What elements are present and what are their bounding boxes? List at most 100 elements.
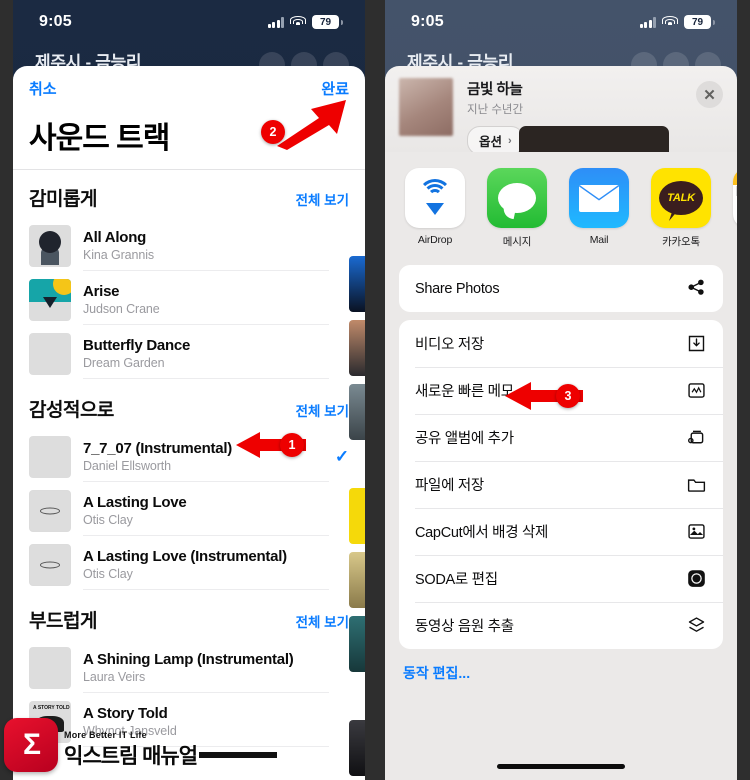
battery-icon: 79 [684,15,715,29]
see-all-link[interactable]: 전체 보기 [296,400,349,420]
track-row[interactable]: A Lasting Love (Instrumental) Otis Clay [13,538,365,592]
share-network-icon [677,278,707,299]
save-to-files-action[interactable]: 파일에 저장 [399,461,723,508]
see-all-link[interactable]: 전체 보기 [296,611,349,631]
track-meta: Butterfly Dance Dream Garden [83,330,329,379]
track-artist: Otis Clay [83,512,133,527]
battery-icon: 79 [312,15,343,29]
action-label: Share Photos [415,280,500,297]
section-title: 부드럽게 [29,611,97,632]
track-meta: A Lasting Love (Instrumental) Otis Clay [83,541,329,590]
save-video-action[interactable]: 비디오 저장 [399,320,723,367]
share-app-mail[interactable]: Mail [569,168,629,249]
shared-item-thumbnail [399,78,453,136]
section-title: 감미롭게 [29,189,97,210]
track-7-7-07[interactable]: 7_7_07 (Instrumental) Daniel Ellsworth ✓ [13,430,365,484]
share-app-row: AirDrop 메시지 Mail TALK 카카오톡 [385,152,737,257]
action-label: 파일에 저장 [415,478,484,494]
share-app-kakaotalk[interactable]: TALK 카카오톡 [651,168,711,249]
wifi-icon [662,16,678,28]
save-download-icon [677,333,707,354]
section-header-1: 감성적으로 전체 보기 [13,381,365,430]
album-art [29,490,71,532]
track-artist: Judson Crane [83,301,160,316]
right-phone-screen: 9:05 79 제주시 - 금능리 금빛 하늘 지난 수년간 옵션 › ✕ Ai… [385,0,737,780]
track-title: A Lasting Love (Instrumental) [83,547,287,565]
section-header-2: 부드럽게 전체 보기 [13,592,365,641]
cellular-bars-icon [639,16,656,28]
wifi-icon [290,16,306,28]
track-meta: A Shining Lamp (Instrumental) Laura Veir… [83,644,329,693]
edit-with-soda-action[interactable]: SODA로 편집 [399,555,723,602]
layers-icon [677,615,707,636]
track-artist: Otis Clay [83,566,133,581]
action-label: 비디오 저장 [415,337,484,353]
partial-app-icon [733,168,737,228]
app-label: Mail [589,234,609,246]
home-indicator [497,764,625,769]
track-title: Butterfly Dance [83,336,191,354]
edit-actions-link[interactable]: 동작 편집... [385,649,737,683]
options-button[interactable]: 옵션 › [467,126,524,155]
track-row[interactable]: A Lasting Love Otis Clay [13,484,365,538]
watermark-tagline: More Better IT Life [64,730,147,740]
section-title: 감성적으로 [29,400,114,421]
watermark-logo-glyph: Σ [22,728,41,761]
close-icon[interactable]: ✕ [696,81,723,108]
share-primary-group: Share Photos [399,265,723,312]
callout-marker-2: 2 [261,96,361,155]
status-bar-right: 9:05 79 [385,0,737,44]
track-artist: Kina Grannis [83,247,155,262]
track-title: A Lasting Love [83,493,187,511]
mail-icon [569,168,629,228]
share-photos-action[interactable]: Share Photos [399,265,723,312]
shared-item-subtitle: 지난 수년간 [467,104,524,116]
track-row[interactable]: Arise Judson Crane [13,273,365,327]
capcut-remove-background-action[interactable]: CapCut에서 배경 삭제 [399,508,723,555]
album-art [29,647,71,689]
album-art [29,544,71,586]
track-title: A Shining Lamp (Instrumental) [83,650,294,668]
action-label: 동영상 음원 추출 [415,619,514,635]
screenshot-canvas: 9:05 79 제주시 - 금능리 취소 완료 사운드 트랙 감미롭게 전체 보… [0,0,750,780]
status-bar-left: 9:05 79 [13,0,365,44]
callout-badge: 2 [261,120,285,144]
album-art [29,225,71,267]
cancel-button[interactable]: 취소 [29,78,57,99]
track-title: Arise [83,282,120,300]
action-label: 공유 앨범에 추가 [415,431,514,447]
cellular-bars-icon [267,16,284,28]
track-artist: Laura Veirs [83,669,146,684]
status-time: 9:05 [411,13,444,30]
airdrop-icon [405,168,465,228]
section-header-0: 감미롭게 전체 보기 [13,170,365,219]
options-label: 옵션 [479,135,503,149]
album-art [29,333,71,375]
add-to-shared-album-action[interactable]: 공유 앨범에 추가 [399,414,723,461]
watermark-brand: 익스트림 매뉴얼 [64,745,198,768]
track-row[interactable]: Butterfly Dance Dream Garden [13,327,365,381]
share-app-partial[interactable] [733,168,737,249]
messages-icon [487,168,547,228]
callout-badge: 1 [280,433,304,457]
callout-marker-1: 1 [234,428,312,467]
action-label: SODA로 편집 [415,572,498,588]
extract-audio-action[interactable]: 동영상 음원 추출 [399,602,723,649]
watermark-logo-icon: Σ [4,718,58,772]
shared-album-icon [677,427,707,448]
share-app-airdrop[interactable]: AirDrop [405,168,465,249]
see-all-link[interactable]: 전체 보기 [296,189,349,209]
track-row[interactable]: A Shining Lamp (Instrumental) Laura Veir… [13,641,365,695]
share-sheet-body: AirDrop 메시지 Mail TALK 카카오톡 Share Photos … [385,126,737,780]
app-label: 카카오톡 [662,236,700,248]
background-thumbnail-strip [349,256,365,780]
track-meta: A Lasting Love Otis Clay [83,487,329,536]
track-row[interactable]: All Along Kina Grannis [13,219,365,273]
status-indicators: 79 [267,15,343,29]
left-phone-screen: 9:05 79 제주시 - 금능리 취소 완료 사운드 트랙 감미롭게 전체 보… [13,0,365,780]
track-artist: Dream Garden [83,355,165,370]
chevron-right-icon: › [508,134,512,147]
media-card-peek [518,126,669,152]
share-app-messages[interactable]: 메시지 [487,168,547,249]
watermark-text: More Better IT Life 익스트림 매뉴얼 [64,730,278,770]
